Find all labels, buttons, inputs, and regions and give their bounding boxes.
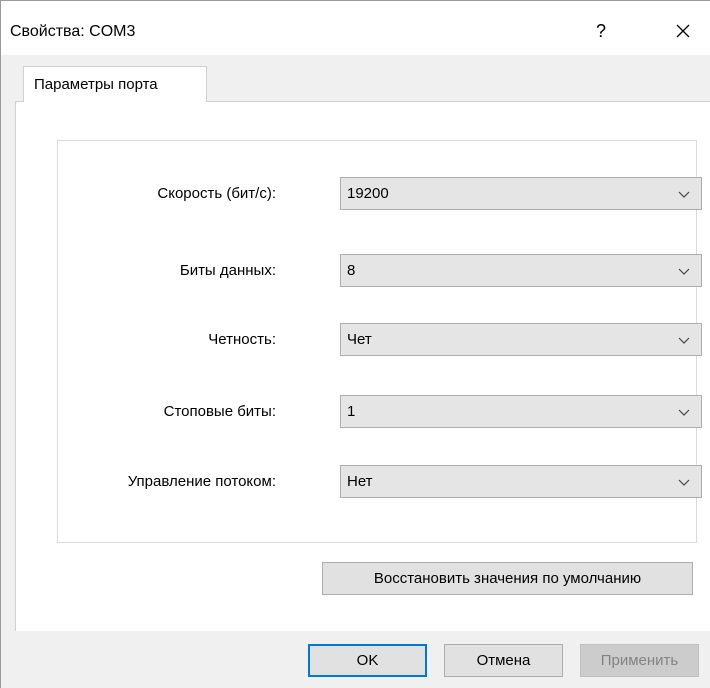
chevron-down-icon [678,337,690,344]
tab-label: Параметры порта [34,76,158,93]
chevron-down-icon [678,191,690,198]
properties-dialog: Свойства: COM3 ? Параметры порта Скорост… [0,0,710,688]
chevron-down-icon [678,479,690,486]
parity-select[interactable]: Чет [340,323,702,356]
flow-control-select[interactable]: Нет [340,465,702,498]
stop-bits-value: 1 [347,403,356,420]
close-icon [676,24,690,38]
port-settings-group: Скорость (бит/с): 19200 Биты данных: 8 Ч… [57,140,702,543]
tab-port-settings[interactable]: Параметры порта [23,66,207,102]
restore-defaults-button[interactable]: Восстановить значения по умолчанию [322,562,693,595]
flow-control-value: Нет [347,473,373,490]
parity-value: Чет [347,331,372,348]
data-bits-select[interactable]: 8 [340,254,702,287]
data-bits-value: 8 [347,262,356,279]
window-title: Свойства: COM3 [10,23,136,40]
data-bits-label: Биты данных: [179,262,276,279]
baud-rate-label: Скорость (бит/с): [157,185,276,202]
help-button[interactable]: ? [579,11,623,51]
cancel-button[interactable]: Отмена [444,644,563,677]
title-bar: Свойства: COM3 ? [1,1,710,55]
chevron-down-icon [678,409,690,416]
baud-rate-select[interactable]: 19200 [340,177,702,210]
parity-label: Четность: [208,331,276,348]
tab-panel-port-settings: Скорость (бит/с): 19200 Биты данных: 8 Ч… [15,101,710,631]
flow-control-label: Управление потоком: [127,473,276,490]
chevron-down-icon [678,268,690,275]
stop-bits-label: Стоповые биты: [163,403,276,420]
stop-bits-select[interactable]: 1 [340,395,702,428]
apply-button[interactable]: Применить [580,644,699,677]
question-mark-icon: ? [595,20,606,41]
baud-rate-value: 19200 [347,185,389,202]
ok-button[interactable]: OK [308,644,427,677]
close-button[interactable] [661,11,705,51]
